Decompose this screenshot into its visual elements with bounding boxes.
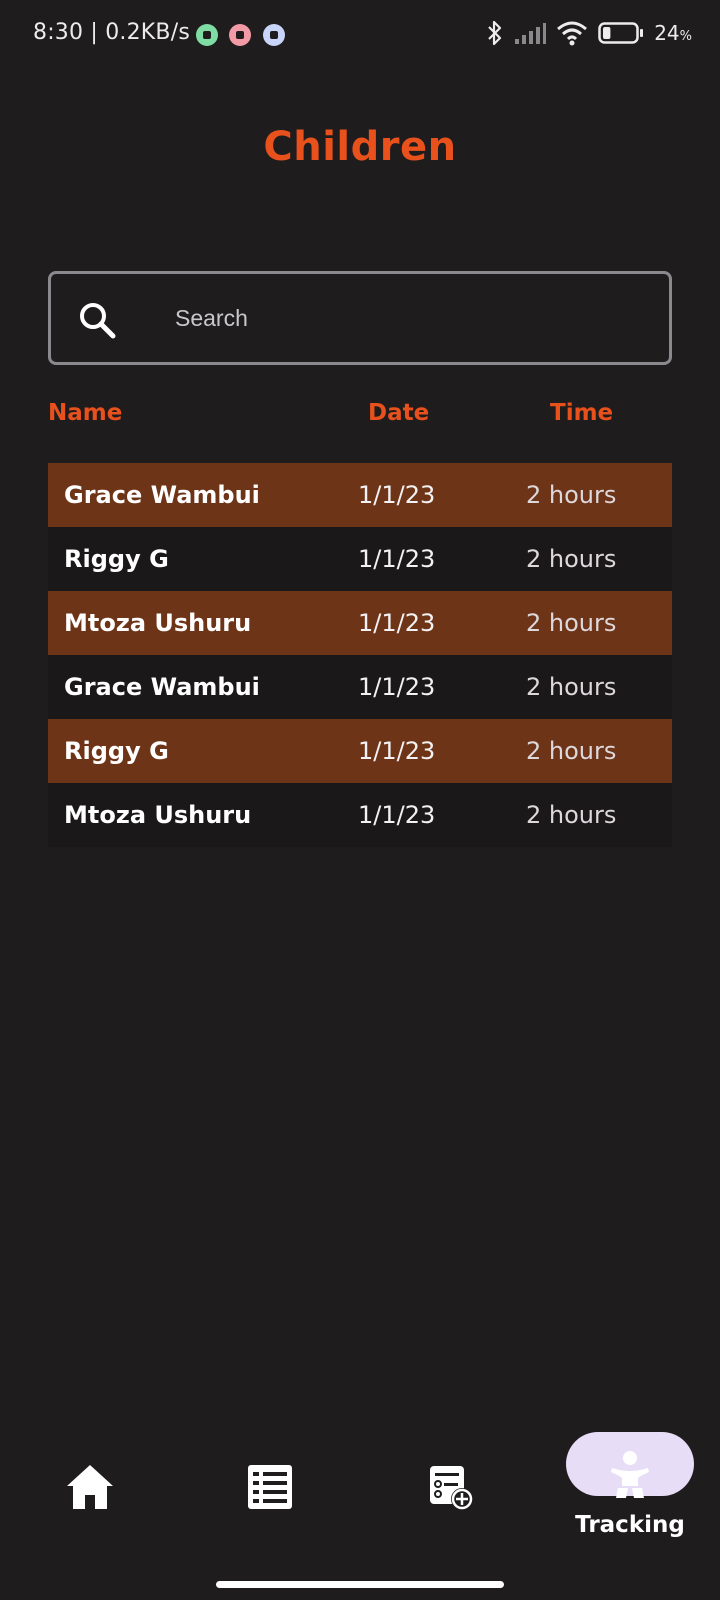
child-time: 2 hours <box>526 481 617 509</box>
column-header-date[interactable]: Date <box>368 400 429 426</box>
home-indicator[interactable] <box>216 1581 504 1588</box>
table-row[interactable]: Mtoza Ushuru 1/1/23 2 hours <box>48 591 672 655</box>
page-title: Children <box>263 124 457 170</box>
child-date: 1/1/23 <box>358 545 436 573</box>
table-row[interactable]: Mtoza Ushuru 1/1/23 2 hours <box>48 783 672 847</box>
child-name: Riggy G <box>64 737 169 765</box>
child-date: 1/1/23 <box>358 673 436 701</box>
child-date: 1/1/23 <box>358 609 436 637</box>
child-name: Grace Wambui <box>64 673 260 701</box>
search-box[interactable] <box>48 271 672 365</box>
nav-home[interactable] <box>25 1420 155 1540</box>
column-header-name[interactable]: Name <box>48 400 122 426</box>
status-time-speed: 8:30 | 0.2KB/s <box>33 20 190 45</box>
nav-list[interactable] <box>205 1420 335 1540</box>
whatsapp-icon <box>196 24 218 46</box>
wifi-icon <box>557 21 588 46</box>
child-name: Grace Wambui <box>64 481 260 509</box>
child-date: 1/1/23 <box>358 737 436 765</box>
signal-icon <box>515 23 547 44</box>
home-icon[interactable] <box>65 1462 115 1512</box>
children-table: Grace Wambui 1/1/23 2 hours Riggy G 1/1/… <box>48 463 672 847</box>
bottom-navigation: Tracking <box>0 1420 720 1550</box>
nav-tracking-label[interactable]: Tracking <box>566 1512 694 1538</box>
column-header-time[interactable]: Time <box>550 400 613 426</box>
list-icon[interactable] <box>245 1462 295 1512</box>
table-row[interactable]: Grace Wambui 1/1/23 2 hours <box>48 655 672 719</box>
nav-tracking[interactable]: Tracking <box>566 1420 696 1540</box>
battery-icon <box>598 22 644 44</box>
lock-notification-icon <box>263 24 285 46</box>
nav-add-record[interactable] <box>386 1420 516 1540</box>
battery-percent: 24% <box>654 21 692 45</box>
child-name: Mtoza Ushuru <box>64 801 252 829</box>
status-bar: 8:30 | 0.2KB/s 24% <box>0 0 720 72</box>
child-date: 1/1/23 <box>358 481 436 509</box>
child-time: 2 hours <box>526 673 617 701</box>
child-name: Riggy G <box>64 545 169 573</box>
gmail-icon <box>229 24 251 46</box>
child-name: Mtoza Ushuru <box>64 609 252 637</box>
table-header: Name Date Time <box>48 400 672 434</box>
child-date: 1/1/23 <box>358 801 436 829</box>
active-tab-indicator[interactable] <box>566 1432 694 1498</box>
add-record-icon[interactable] <box>426 1462 476 1512</box>
status-indicators: 24% <box>486 18 692 48</box>
child-time: 2 hours <box>526 609 617 637</box>
table-row[interactable]: Riggy G 1/1/23 2 hours <box>48 719 672 783</box>
search-input[interactable] <box>175 294 645 342</box>
search-icon[interactable] <box>77 300 117 340</box>
child-time: 2 hours <box>526 737 617 765</box>
baby-icon[interactable] <box>608 1450 652 1502</box>
table-row[interactable]: Riggy G 1/1/23 2 hours <box>48 527 672 591</box>
child-time: 2 hours <box>526 545 617 573</box>
bluetooth-icon <box>488 20 502 46</box>
screen: 8:30 | 0.2KB/s 24% Children Search Name … <box>0 0 720 1600</box>
table-row[interactable]: Grace Wambui 1/1/23 2 hours <box>48 463 672 527</box>
child-time: 2 hours <box>526 801 617 829</box>
